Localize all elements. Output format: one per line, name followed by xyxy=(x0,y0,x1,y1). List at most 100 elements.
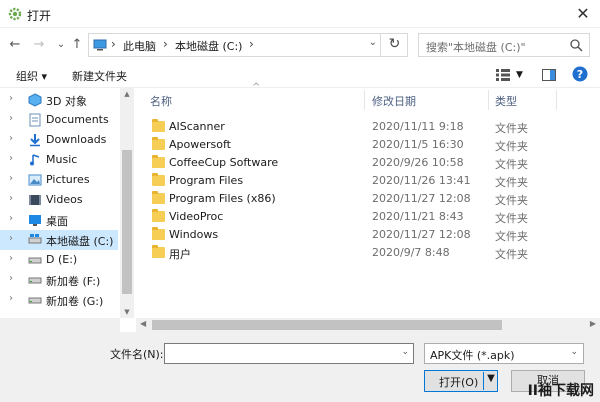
expand-chevron-icon[interactable]: › xyxy=(9,153,13,164)
expand-chevron-icon[interactable]: › xyxy=(9,193,13,204)
drive-icon xyxy=(28,234,42,244)
up-button[interactable]: ↑ xyxy=(68,36,86,54)
filetype-select[interactable]: APK文件 (*.apk) ⌄ xyxy=(424,343,584,364)
drive-icon xyxy=(28,257,42,264)
videos-icon xyxy=(29,195,41,205)
expand-chevron-icon[interactable]: › xyxy=(9,93,13,104)
scroll-up-icon[interactable]: ▲ xyxy=(120,90,134,98)
sidebar-item-3d-objects[interactable]: › 3D 对象 xyxy=(0,90,118,110)
file-type: 文件夹 xyxy=(495,176,528,189)
refresh-button[interactable]: ↻ xyxy=(380,33,408,57)
file-row[interactable]: 用户 2020/9/7 8:48 文件夹 xyxy=(136,244,596,262)
sidebar-item-documents[interactable]: › Documents xyxy=(0,110,118,130)
file-row[interactable]: Apowersoft 2020/11/5 16:30 文件夹 xyxy=(136,136,596,154)
address-dropdown-icon[interactable]: ⌄ xyxy=(369,37,377,48)
view-options-icon[interactable] xyxy=(496,69,510,81)
help-icon[interactable]: ? xyxy=(572,66,588,82)
sidebar-item-label: 新加卷 (G:) xyxy=(46,295,104,308)
expand-chevron-icon[interactable]: › xyxy=(9,273,13,284)
file-date: 2020/9/26 10:58 xyxy=(372,156,464,169)
column-divider[interactable] xyxy=(364,90,365,110)
file-date: 2020/11/11 9:18 xyxy=(372,120,464,133)
file-type: 文件夹 xyxy=(495,158,528,171)
expand-chevron-icon[interactable]: › xyxy=(9,173,13,184)
view-dropdown-icon[interactable]: ▼ xyxy=(516,70,523,80)
svg-text:?: ? xyxy=(577,68,583,81)
file-list-horizontal-scrollbar[interactable]: ◀ ▶ xyxy=(136,318,600,332)
column-divider[interactable] xyxy=(556,90,557,110)
breadcrumb-chevron-icon: › xyxy=(111,37,116,51)
file-date: 2020/11/26 13:41 xyxy=(372,174,471,187)
file-name: CoffeeCup Software xyxy=(169,156,279,169)
expand-chevron-icon[interactable]: › xyxy=(9,253,13,264)
file-row[interactable]: VideoProc 2020/11/21 8:43 文件夹 xyxy=(136,208,596,226)
file-type: 文件夹 xyxy=(495,122,528,135)
file-type: 文件夹 xyxy=(495,194,528,207)
file-type: 文件夹 xyxy=(495,140,528,153)
filename-label: 文件名(N): xyxy=(110,348,164,361)
column-divider[interactable] xyxy=(488,90,489,110)
close-button[interactable]: ✕ xyxy=(566,0,600,28)
expand-chevron-icon[interactable]: › xyxy=(9,213,13,224)
navigation-pane: › 3D 对象 › Documents › Downloads › Music … xyxy=(0,88,120,328)
folder-icon xyxy=(152,137,165,150)
breadcrumb-this-pc[interactable]: 此电脑 xyxy=(123,38,156,54)
back-button[interactable]: ← xyxy=(6,36,24,54)
file-name: Program Files xyxy=(169,174,244,187)
file-row[interactable]: CoffeeCup Software 2020/9/26 10:58 文件夹 xyxy=(136,154,596,172)
forward-button[interactable]: → xyxy=(30,36,48,54)
sidebar-item-label: Downloads xyxy=(46,133,107,146)
column-header-name[interactable]: 名称 xyxy=(150,93,172,109)
sidebar-item-pictures[interactable]: › Pictures xyxy=(0,170,118,190)
file-row[interactable]: Program Files 2020/11/26 13:41 文件夹 xyxy=(136,172,596,190)
open-button[interactable]: 打开(O) ▼ xyxy=(424,370,498,392)
filename-dropdown-icon[interactable]: ⌄ xyxy=(401,347,409,357)
file-row[interactable]: Program Files (x86) 2020/11/27 12:08 文件夹 xyxy=(136,190,596,208)
scrollbar-thumb[interactable] xyxy=(152,320,502,330)
filetype-dropdown-icon[interactable]: ⌄ xyxy=(570,347,578,357)
sidebar-item-drive-e[interactable]: › D (E:) xyxy=(0,250,118,270)
sidebar-item-drive-c[interactable]: › 本地磁盘 (C:) xyxy=(0,230,118,250)
watermark: II袖下载网 xyxy=(527,383,594,399)
sidebar-item-label: 3D 对象 xyxy=(46,95,87,108)
open-dropdown-icon[interactable]: ▼ xyxy=(485,373,497,384)
preview-pane-icon[interactable] xyxy=(542,69,556,81)
sidebar-item-downloads[interactable]: › Downloads xyxy=(0,130,118,150)
file-name: VideoProc xyxy=(169,210,224,223)
organize-button[interactable]: 组织 ▾ xyxy=(16,68,47,84)
app-gear-icon xyxy=(8,7,22,21)
search-input[interactable]: 搜索"本地磁盘 (C:)" xyxy=(418,33,590,57)
new-folder-button[interactable]: 新建文件夹 xyxy=(72,68,127,84)
address-bar[interactable]: › 此电脑 › 本地磁盘 (C:) › ⌄ xyxy=(88,33,408,57)
sidebar-item-label: 新加卷 (F:) xyxy=(46,275,101,288)
scrollbar-thumb[interactable] xyxy=(122,150,132,294)
3d-objects-icon xyxy=(28,93,42,107)
expand-chevron-icon[interactable]: › xyxy=(9,293,13,304)
sidebar-item-music[interactable]: › Music xyxy=(0,150,118,170)
expand-chevron-icon[interactable]: › xyxy=(9,233,13,244)
scroll-left-icon[interactable]: ◀ xyxy=(140,319,146,328)
file-list: ^ 名称 修改日期 类型 AIScanner 2020/11/11 9:18 文… xyxy=(136,82,600,320)
breadcrumb-chevron-icon: › xyxy=(163,37,168,51)
scroll-right-icon[interactable]: ▶ xyxy=(590,319,596,328)
sort-ascending-icon: ^ xyxy=(252,82,261,93)
expand-chevron-icon[interactable]: › xyxy=(9,133,13,144)
column-header-type[interactable]: 类型 xyxy=(495,93,517,109)
expand-chevron-icon[interactable]: › xyxy=(9,113,13,124)
sidebar-scrollbar[interactable]: ▲ ▼ xyxy=(120,88,134,318)
sidebar-item-drive-g[interactable]: › 新加卷 (G:) xyxy=(0,290,118,310)
sidebar-item-desktop[interactable]: › 桌面 xyxy=(0,210,118,230)
breadcrumb-chevron-icon: › xyxy=(249,37,254,51)
sidebar-item-videos[interactable]: › Videos xyxy=(0,190,118,210)
open-split-divider xyxy=(483,372,484,390)
sidebar-horizontal-scrollbar[interactable] xyxy=(0,318,120,332)
file-row[interactable]: AIScanner 2020/11/11 9:18 文件夹 xyxy=(136,118,596,136)
filename-input[interactable]: ⌄ xyxy=(164,343,414,364)
file-row[interactable]: Windows 2020/11/27 12:08 文件夹 xyxy=(136,226,596,244)
sidebar-item-drive-f[interactable]: › 新加卷 (F:) xyxy=(0,270,118,290)
file-type: 文件夹 xyxy=(495,212,528,225)
breadcrumb-drive-c[interactable]: 本地磁盘 (C:) xyxy=(175,38,242,54)
music-icon xyxy=(30,154,40,166)
scroll-down-icon[interactable]: ▼ xyxy=(120,308,134,316)
column-header-date[interactable]: 修改日期 xyxy=(372,93,416,109)
